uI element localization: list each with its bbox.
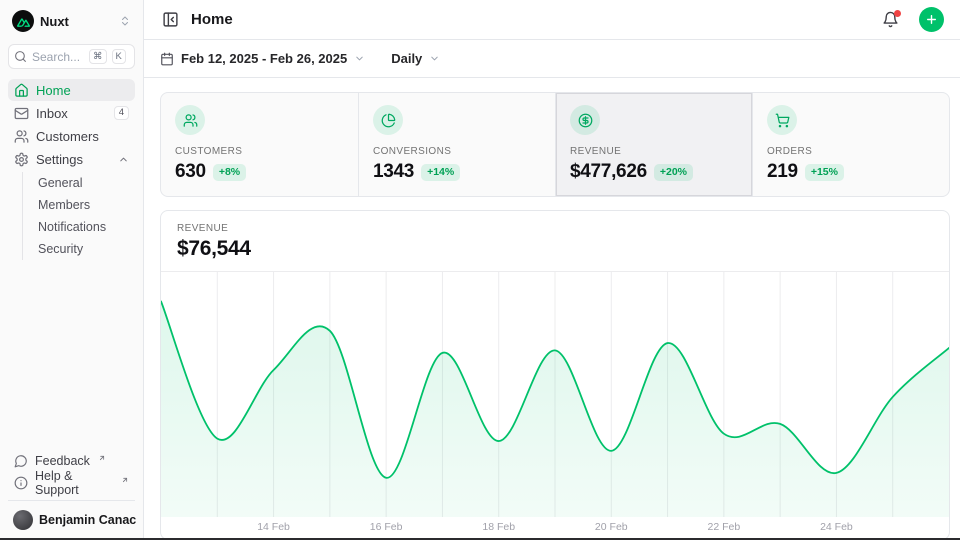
page-title: Home [191,11,870,28]
search-icon [14,50,27,63]
chart-header: REVENUE $76,544 [161,211,949,271]
gear-icon [14,152,29,167]
stat-value: $477,626 [570,161,647,183]
stat-card-conversions[interactable]: CONVERSIONS 1343 +14% [358,93,555,196]
sidebar-nav: Home Inbox 4 Customers Settings Genera [8,79,135,262]
stat-delta-badge: +20% [654,164,693,181]
stat-label: ORDERS [767,146,935,157]
nuxt-logo-icon [12,10,34,32]
chevron-up-icon [118,154,129,165]
info-circle-icon [14,476,28,490]
x-axis-tick-label: 22 Feb [707,521,740,533]
search-input[interactable]: ⌘ K [8,44,135,69]
notifications-button[interactable] [880,9,901,30]
x-axis-tick-label: 20 Feb [595,521,628,533]
sidebar-item-settings[interactable]: Settings [8,148,135,170]
stat-card-revenue[interactable]: REVENUE $477,626 +20% [555,93,752,196]
add-button[interactable] [919,7,944,32]
chevron-up-down-icon [119,15,131,27]
x-axis-tick-label: 18 Feb [482,521,515,533]
period-value: Daily [391,51,422,66]
stat-label: REVENUE [570,146,738,157]
shopping-cart-icon [767,105,797,135]
user-name: Benjamin Canac [39,513,136,527]
chevron-down-icon [354,53,365,64]
stat-value: 1343 [373,161,414,183]
sidebar: Nuxt ⌘ K Home Inbox 4 [0,0,144,540]
stat-delta-badge: +8% [213,164,246,181]
sidebar-item-general[interactable]: General [23,172,135,194]
external-link-icon [121,476,129,484]
chart-title: REVENUE [177,223,933,234]
sidebar-spacer [8,262,135,450]
sidebar-item-home[interactable]: Home [8,79,135,101]
stat-card-orders[interactable]: ORDERS 219 +15% [752,93,949,196]
period-select[interactable]: Daily [391,51,440,66]
home-icon [14,83,29,98]
sidebar-item-security[interactable]: Security [23,238,135,260]
search-field[interactable] [32,50,84,64]
notification-dot [894,10,901,17]
x-axis-tick-label: 14 Feb [257,521,290,533]
users-icon [175,105,205,135]
user-menu[interactable]: Benjamin Canac [8,500,135,532]
chart-current-value: $76,544 [177,237,933,261]
panel-left-close-icon [162,11,179,28]
users-icon [14,129,29,144]
stat-delta-badge: +14% [421,164,460,181]
workspace-name: Nuxt [40,14,113,29]
x-axis-tick-label: 24 Feb [820,521,853,533]
external-link-icon [98,454,106,462]
stat-value: 219 [767,161,798,183]
workspace-selector[interactable]: Nuxt [8,8,135,34]
inbox-count-badge: 4 [114,106,129,120]
circle-dollar-icon [570,105,600,135]
plus-icon [925,13,938,26]
sidebar-item-label: Customers [36,129,129,144]
sidebar-item-label: Settings [36,152,111,167]
sidebar-item-notifications[interactable]: Notifications [23,216,135,238]
area-chart[interactable] [161,272,949,517]
help-support-link[interactable]: Help & Support [8,472,135,494]
chevron-down-icon [429,53,440,64]
calendar-icon [160,52,174,66]
stats-group: CUSTOMERS 630 +8% CONVERSIONS 1343 +14% [160,92,950,197]
stat-value: 630 [175,161,206,183]
revenue-chart-card: REVENUE $76,544 14 Feb 16 Feb 18 Feb 20 Feb… [160,210,950,540]
chart-plot-area[interactable] [161,271,949,517]
page-header: Home [144,0,960,40]
stat-label: CONVERSIONS [373,146,541,157]
x-axis-tick-label: 16 Feb [370,521,403,533]
main-area: Home Feb 12, 2025 - Feb 26, 2025 Daily [144,0,960,540]
sidebar-item-label: Inbox [36,106,107,121]
sidebar-item-label: Home [36,83,129,98]
filters-toolbar: Feb 12, 2025 - Feb 26, 2025 Daily [144,40,960,78]
help-support-label: Help & Support [35,469,113,497]
feedback-label: Feedback [35,454,90,468]
dashboard-content: CUSTOMERS 630 +8% CONVERSIONS 1343 +14% [144,78,960,540]
sidebar-item-inbox[interactable]: Inbox 4 [8,102,135,124]
stat-card-customers[interactable]: CUSTOMERS 630 +8% [161,93,358,196]
sidebar-item-members[interactable]: Members [23,194,135,216]
chat-bubble-icon [14,454,28,468]
date-range-value: Feb 12, 2025 - Feb 26, 2025 [181,51,347,66]
kbd-k: K [112,49,126,64]
avatar [13,510,33,530]
stat-label: CUSTOMERS [175,146,344,157]
inbox-icon [14,106,29,121]
stat-delta-badge: +15% [805,164,844,181]
pie-chart-icon [373,105,403,135]
kbd-cmd: ⌘ [89,49,107,64]
collapse-sidebar-button[interactable] [160,9,181,30]
sidebar-item-customers[interactable]: Customers [8,125,135,147]
chart-x-axis-labels: 14 Feb 16 Feb 18 Feb 20 Feb 22 Feb 24 Feb [161,517,949,539]
date-range-picker[interactable]: Feb 12, 2025 - Feb 26, 2025 [160,51,365,66]
settings-subnav: General Members Notifications Security [22,172,135,260]
